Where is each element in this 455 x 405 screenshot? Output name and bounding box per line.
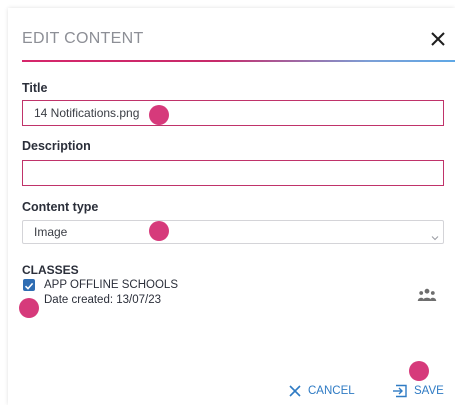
save-button[interactable]: SAVE <box>392 383 444 399</box>
save-icon <box>393 384 407 398</box>
marker-dot <box>409 361 429 381</box>
marker-dot <box>149 221 169 241</box>
class-date-created: Date created: 13/07/23 <box>44 294 161 306</box>
dialog-title: EDIT CONTENT <box>22 30 144 47</box>
content-type-select[interactable]: Image <box>22 220 444 244</box>
classes-heading: CLASSES <box>22 263 79 277</box>
class-name: APP OFFLINE SCHOOLS <box>44 279 178 291</box>
close-icon[interactable] <box>427 28 449 50</box>
description-input[interactable] <box>22 160 444 186</box>
save-label: SAVE <box>414 385 444 397</box>
marker-dot <box>19 298 39 318</box>
marker-dot <box>149 105 169 125</box>
header-divider <box>22 60 455 62</box>
title-label: Title <box>22 81 48 95</box>
content-type-value: Image <box>34 225 68 239</box>
content-type-label: Content type <box>22 200 99 214</box>
chevron-down-icon <box>431 227 439 241</box>
class-checkbox[interactable] <box>23 279 35 291</box>
cancel-icon <box>289 385 301 397</box>
description-label: Description <box>22 139 91 153</box>
title-input[interactable] <box>22 100 444 126</box>
group-icon[interactable] <box>417 288 437 302</box>
edit-content-dialog: EDIT CONTENT Title Description Content t… <box>8 8 455 405</box>
cancel-button[interactable]: CANCEL <box>288 383 355 399</box>
cancel-label: CANCEL <box>308 385 355 397</box>
